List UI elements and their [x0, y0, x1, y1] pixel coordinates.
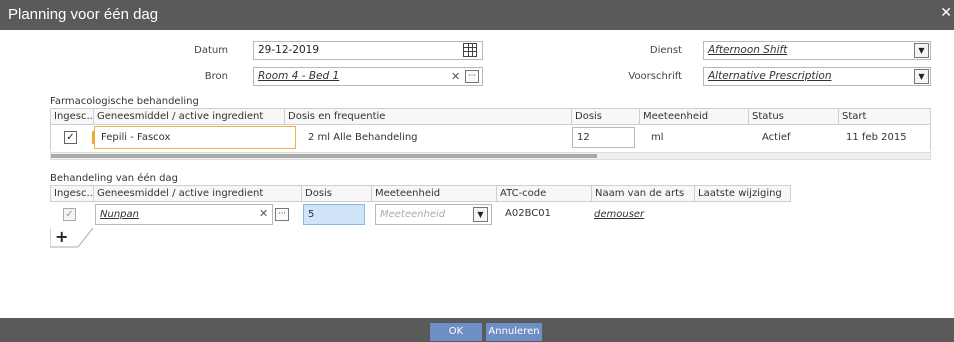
- start-date: 11 feb 2015: [846, 132, 907, 143]
- add-row-tab[interactable]: +: [50, 227, 94, 248]
- chevron-down-icon[interactable]: ▼: [914, 43, 929, 58]
- table-row[interactable]: ✓ ! Fepili - Fascox 2 ml Alle Behandelin…: [50, 125, 931, 151]
- drug-field[interactable]: Fepili - Fascox: [94, 126, 296, 149]
- dose-value: 5: [308, 209, 315, 220]
- plus-icon[interactable]: +: [55, 227, 68, 246]
- horizontal-scrollbar[interactable]: [50, 152, 931, 160]
- column-header[interactable]: Ingesc...: [51, 109, 93, 124]
- table-row[interactable]: ✓ Nunpan ✕ ··· 5 Meeteenheid ▼ A02BC01 d…: [50, 202, 791, 228]
- column-header[interactable]: Geneesmiddel / active ingredient: [93, 186, 301, 201]
- dose-input[interactable]: 5: [303, 204, 365, 225]
- datum-label: Datum: [194, 45, 228, 56]
- clear-icon[interactable]: ✕: [451, 70, 460, 83]
- drug-name[interactable]: Nunpan: [100, 209, 139, 220]
- oneday-grid-header: Ingesc... Geneesmiddel / active ingredie…: [50, 185, 791, 202]
- column-header[interactable]: Meeteenheid: [371, 186, 496, 201]
- drug-field[interactable]: Nunpan: [95, 204, 273, 225]
- column-header[interactable]: Naam van de arts: [591, 186, 694, 201]
- ok-button[interactable]: OK: [430, 323, 482, 341]
- chevron-down-icon[interactable]: ▼: [473, 207, 488, 222]
- bron-label: Bron: [204, 71, 228, 82]
- column-header[interactable]: Dosis: [301, 186, 371, 201]
- dialog-title: Planning voor één dag: [8, 6, 159, 23]
- voorschrift-label: Voorschrift: [628, 71, 682, 82]
- column-header[interactable]: Laatste wijziging: [694, 186, 790, 201]
- column-header[interactable]: ATC-code: [496, 186, 591, 201]
- voorschrift-value: Alternative Prescription: [708, 70, 832, 82]
- column-header[interactable]: Geneesmiddel / active ingredient: [93, 109, 284, 124]
- dose-value: 12: [577, 132, 590, 143]
- column-header[interactable]: Meeteenheid: [639, 109, 748, 124]
- more-icon[interactable]: ···: [275, 208, 289, 221]
- dialog-footer: OK Annuleren: [0, 318, 954, 342]
- included-checkbox: ✓: [63, 208, 76, 221]
- bron-field[interactable]: Room 4 - Bed 1: [253, 67, 483, 86]
- atc-field: A02BC01: [501, 204, 587, 225]
- voorschrift-select[interactable]: Alternative Prescription: [703, 67, 931, 86]
- unit-value: ml: [651, 132, 664, 143]
- status-value: Actief: [762, 132, 791, 143]
- last-change-field: [698, 204, 786, 225]
- unit-placeholder: Meeteenheid: [380, 209, 446, 220]
- included-checkbox[interactable]: ✓: [64, 131, 77, 144]
- dienst-select[interactable]: Afternoon Shift: [703, 41, 931, 60]
- datum-field[interactable]: 29-12-2019: [253, 41, 483, 60]
- atc-code: A02BC01: [505, 208, 551, 219]
- dose-frequency: 2 ml Alle Behandeling: [308, 132, 418, 143]
- oneday-section-title: Behandeling van één dag: [50, 173, 178, 184]
- cancel-button[interactable]: Annuleren: [486, 323, 542, 341]
- drug-name: Fepili - Fascox: [101, 132, 171, 143]
- doctor-name[interactable]: demouser: [594, 209, 644, 220]
- clear-icon[interactable]: ✕: [259, 207, 268, 220]
- calendar-icon[interactable]: [463, 43, 477, 57]
- datum-value: 29-12-2019: [258, 44, 320, 56]
- column-header[interactable]: Status: [748, 109, 838, 124]
- column-header[interactable]: Dosis en frequentie: [284, 109, 571, 124]
- pharma-grid-header: Ingesc... Geneesmiddel / active ingredie…: [50, 108, 931, 125]
- scrollbar-thumb[interactable]: [51, 154, 597, 158]
- dienst-value: Afternoon Shift: [708, 44, 788, 56]
- bron-value[interactable]: Room 4 - Bed 1: [258, 70, 339, 82]
- dose-input[interactable]: 12: [572, 127, 635, 148]
- close-icon[interactable]: ✕: [940, 5, 952, 21]
- column-header[interactable]: Start: [838, 109, 930, 124]
- dienst-label: Dienst: [649, 45, 682, 56]
- dialog-titlebar: Planning voor één dag ✕: [0, 0, 954, 30]
- column-header[interactable]: Dosis: [571, 109, 639, 124]
- column-header[interactable]: Ingesc...: [51, 186, 93, 201]
- pharma-section-title: Farmacologische behandeling: [50, 96, 199, 107]
- chevron-down-icon[interactable]: ▼: [914, 69, 929, 84]
- more-icon[interactable]: ···: [465, 70, 479, 83]
